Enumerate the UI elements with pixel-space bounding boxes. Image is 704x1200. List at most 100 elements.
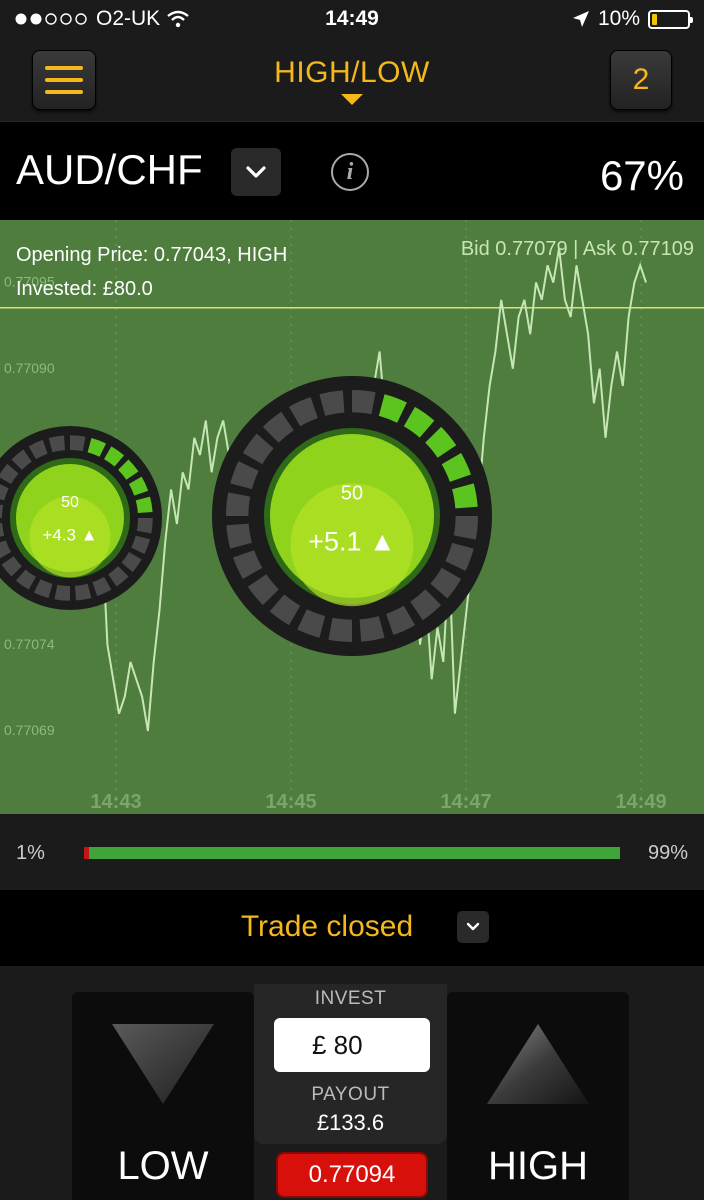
price-chart[interactable]: 0.77095 0.77090 0.77074 0.77069 14:43 14:45 14…	[0, 220, 704, 814]
bubble-ring-segment	[103, 446, 125, 467]
bubble-ring-segment	[445, 542, 474, 571]
y-tick-label: 0.77090	[4, 360, 55, 376]
triangle-up-icon	[487, 1024, 589, 1104]
bubble-ring-segment	[378, 394, 407, 423]
top-bar: HIGH/LOW 2	[0, 40, 704, 122]
bubble-ring-segment	[108, 566, 129, 587]
asset-name: AUD/CHF	[16, 146, 203, 193]
bubble-ring-segment	[425, 426, 457, 458]
menu-button[interactable]	[32, 50, 96, 110]
status-right: 10%	[572, 7, 693, 31]
bubble-ring-segment	[319, 390, 345, 416]
bubble-ring-segment	[359, 616, 385, 642]
bubble-ring-segment	[0, 463, 19, 485]
sentiment-bar	[84, 847, 620, 859]
asset-row: AUD/CHF i 67%	[0, 122, 704, 220]
x-tick-label: 14:43	[90, 791, 141, 813]
chevron-down-icon	[246, 166, 266, 178]
bubble-ring-segment	[328, 617, 353, 643]
bubble-ring-segment	[225, 492, 251, 517]
bubble-ring-segment	[242, 433, 274, 465]
x-tick-label: 14:47	[440, 791, 491, 813]
bubble-ring-segment	[128, 476, 149, 496]
high-percent: 99%	[647, 842, 688, 864]
bubble-ring-segment	[452, 483, 478, 509]
trade-info: Opening Price: 0.77043, HIGH Invested: £…	[16, 238, 287, 306]
bubble-ring-segment	[403, 406, 435, 438]
low-label: LOW	[117, 1144, 209, 1188]
bubble-ring-segment	[351, 389, 376, 415]
trade-status-dropdown[interactable]	[457, 911, 489, 943]
location-arrow-icon	[572, 11, 589, 27]
trade-bubble[interactable]: 50 +5.1 ▲	[212, 376, 492, 656]
bubble-ring-segment	[0, 484, 9, 501]
y-tick-label: 0.77074	[4, 636, 55, 652]
bubble-ring-segment	[288, 397, 319, 427]
hamburger-line	[45, 90, 83, 94]
y-tick-label: 0.77069	[4, 722, 55, 738]
bubble-ring-segment	[54, 584, 71, 601]
info-icon[interactable]: i	[331, 153, 369, 191]
high-button[interactable]: HIGH	[447, 992, 629, 1200]
bubble-ring-segment	[48, 435, 66, 453]
bubble-ring-segment	[28, 439, 48, 460]
payout-label: PAYOUT	[311, 1084, 390, 1105]
current-price: 0.77094	[278, 1154, 426, 1196]
invest-label: INVEST	[314, 988, 387, 1009]
bubble-ring-segment	[441, 452, 471, 483]
chevron-down-icon	[466, 922, 480, 931]
open-trades-button[interactable]: 2	[610, 50, 672, 110]
hamburger-icon	[45, 66, 83, 70]
bubble-ring-segment	[11, 449, 32, 470]
payout-value: £133.6	[316, 1110, 385, 1135]
bubble-ring-segment	[430, 567, 462, 599]
battery-icon	[648, 9, 693, 29]
bubble-ring-segment	[121, 551, 142, 573]
bubble-ring-segment	[131, 535, 151, 555]
bubble-ring-segment	[269, 594, 301, 626]
low-button[interactable]: LOW	[72, 992, 254, 1200]
bubble-ring-segment	[226, 523, 252, 549]
bubble-amount: 50	[341, 483, 363, 505]
bubble-ring-segment	[297, 609, 326, 638]
x-tick-label: 14:49	[615, 791, 666, 813]
chart-svg: 0.770950.770900.770740.7706914:43 14:45 14…	[0, 220, 704, 813]
bubble-ring-segment	[135, 496, 153, 514]
bubble-ring-segment	[118, 459, 139, 480]
payout-percent: 67%	[599, 152, 684, 199]
trade-status-row[interactable]: Trade closed	[0, 890, 704, 966]
bubble-ring-segment	[233, 549, 263, 580]
high-label: HIGH	[488, 1144, 588, 1188]
bubble-ring-segment	[453, 515, 479, 540]
bubble-ring-segment	[262, 411, 294, 443]
low-fill	[84, 847, 90, 859]
triangle-down-icon	[112, 1024, 214, 1104]
invest-input[interactable]: £ 80	[274, 1018, 430, 1072]
bubble-ring-segment	[33, 579, 53, 599]
trade-bubble[interactable]: 50 +4.3 ▲	[0, 426, 162, 610]
bubble-amount: 50	[61, 494, 79, 511]
bubble-ring-segment	[15, 569, 37, 590]
page-title: HIGH/LOW	[274, 56, 430, 89]
bubble-ring-segment	[385, 605, 416, 635]
bubble-ring-segment	[247, 574, 279, 606]
invest-panel: INVEST £ 80 PAYOUT £133.6	[254, 984, 447, 1144]
bubble-ring-segment	[87, 437, 107, 457]
bubble-ring-segment	[410, 589, 442, 621]
trade-controls: LOW INVEST £ 80 PAYOUT £133.6 HIGH 0.770…	[0, 966, 704, 1200]
bubble-ring-segment	[92, 576, 112, 597]
opening-price: Opening Price: 0.77043, HIGH	[16, 244, 288, 266]
bubble-profit: +4.3 ▲	[42, 526, 97, 545]
asset-dropdown-button[interactable]	[231, 148, 281, 196]
bubble-ring-segment	[136, 517, 153, 534]
low-percent: 1%	[16, 842, 45, 864]
bubble-ring-segment	[230, 461, 259, 490]
status-bar: O2-UK 14:49 10%	[0, 0, 704, 40]
x-tick-label: 14:45	[265, 791, 316, 813]
bubble-ring-segment	[74, 583, 92, 601]
bubble-ring-segment	[69, 435, 86, 452]
caret-down-icon	[341, 94, 363, 105]
bubble-profit: +5.1 ▲	[308, 526, 396, 556]
mode-selector[interactable]: HIGH/LOW	[200, 56, 504, 105]
bubble-ring-segment	[0, 540, 12, 559]
